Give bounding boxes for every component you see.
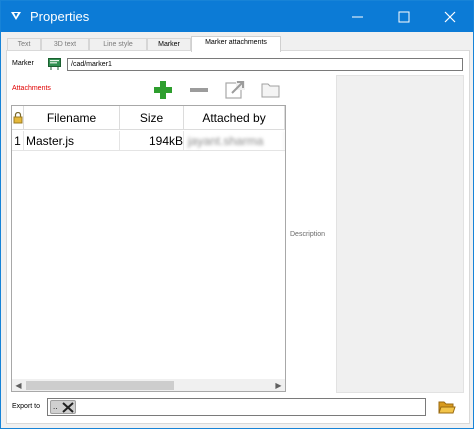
close-button[interactable] bbox=[427, 1, 473, 32]
attachments-table[interactable]: Filename Size Attached by 1 Master.js 19… bbox=[11, 105, 286, 392]
description-field[interactable] bbox=[336, 75, 464, 393]
tab-strip: Text 3D text Line style Marker Marker at… bbox=[7, 36, 467, 52]
minimize-icon bbox=[352, 16, 363, 18]
close-icon bbox=[444, 11, 456, 23]
export-path-field[interactable]: .. bbox=[47, 398, 426, 416]
scroll-left-icon[interactable]: ◀ bbox=[12, 379, 25, 391]
maximize-icon bbox=[398, 11, 410, 23]
column-header-attached-by[interactable]: Attached by bbox=[184, 106, 285, 130]
filename-cell: Master.js bbox=[24, 131, 120, 151]
scroll-right-icon[interactable]: ▶ bbox=[272, 379, 285, 391]
export-chip-text: .. bbox=[53, 402, 58, 411]
column-header-size[interactable]: Size bbox=[120, 106, 184, 130]
remove-icon bbox=[190, 88, 208, 92]
export-label: Export to bbox=[12, 403, 41, 410]
marker-label: Marker bbox=[12, 60, 34, 67]
remove-attachment-button[interactable] bbox=[188, 80, 210, 100]
column-header-filename[interactable]: Filename bbox=[24, 106, 120, 130]
horizontal-scrollbar[interactable]: ◀ ▶ bbox=[12, 379, 285, 391]
attachments-label: Attachments bbox=[12, 85, 51, 92]
size-cell: 194kB bbox=[120, 131, 184, 151]
table-header: Filename Size Attached by bbox=[12, 106, 285, 130]
lock-column-header bbox=[12, 106, 24, 130]
attached-by-cell: jayant.sharma bbox=[184, 131, 285, 151]
add-icon bbox=[154, 81, 172, 99]
app-icon bbox=[11, 12, 21, 20]
add-attachment-button[interactable] bbox=[152, 80, 174, 100]
open-external-icon bbox=[225, 81, 245, 99]
browse-export-button[interactable] bbox=[438, 399, 456, 415]
minimize-button[interactable] bbox=[335, 1, 381, 32]
export-path-chip[interactable]: .. bbox=[50, 400, 76, 414]
title-bar: Properties bbox=[1, 1, 473, 32]
row-index: 1 bbox=[12, 131, 24, 151]
open-folder-button[interactable] bbox=[260, 80, 282, 100]
marker-icon bbox=[48, 58, 61, 70]
folder-icon bbox=[261, 83, 280, 98]
tab-marker-attachments[interactable]: Marker attachments bbox=[191, 36, 281, 52]
scrollbar-thumb[interactable] bbox=[26, 381, 174, 390]
description-label: Description bbox=[290, 231, 326, 238]
properties-window: Properties Text 3D text Line style Marke… bbox=[0, 0, 474, 429]
table-row[interactable]: 1 Master.js 194kB jayant.sharma bbox=[12, 131, 285, 151]
clear-icon[interactable] bbox=[62, 402, 74, 413]
window-title: Properties bbox=[30, 9, 90, 24]
open-external-button[interactable] bbox=[224, 80, 246, 100]
open-folder-icon bbox=[438, 401, 456, 414]
maximize-button[interactable] bbox=[381, 1, 427, 32]
lock-icon bbox=[13, 111, 22, 124]
marker-path-field[interactable]: /cad/marker1 bbox=[67, 58, 463, 71]
